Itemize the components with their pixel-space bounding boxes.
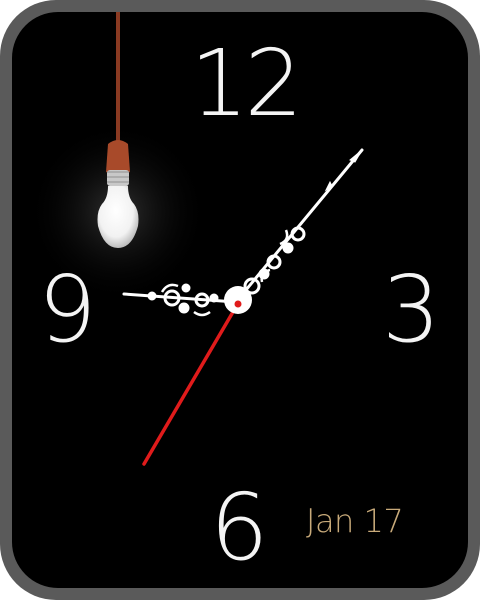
numeral-6: 6 <box>210 474 269 581</box>
numeral-9: 9 <box>38 256 97 363</box>
center-hub <box>224 286 252 314</box>
watch-bezel: 12 9 3 6 Jan 17 <box>0 0 480 600</box>
date-complication[interactable]: Jan 17 <box>306 502 404 540</box>
second-hand <box>142 298 242 466</box>
numeral-12: 12 <box>190 30 303 137</box>
numeral-3: 3 <box>382 256 441 363</box>
minute-hand <box>234 148 364 304</box>
watch-face[interactable]: 12 9 3 6 Jan 17 <box>12 12 468 588</box>
